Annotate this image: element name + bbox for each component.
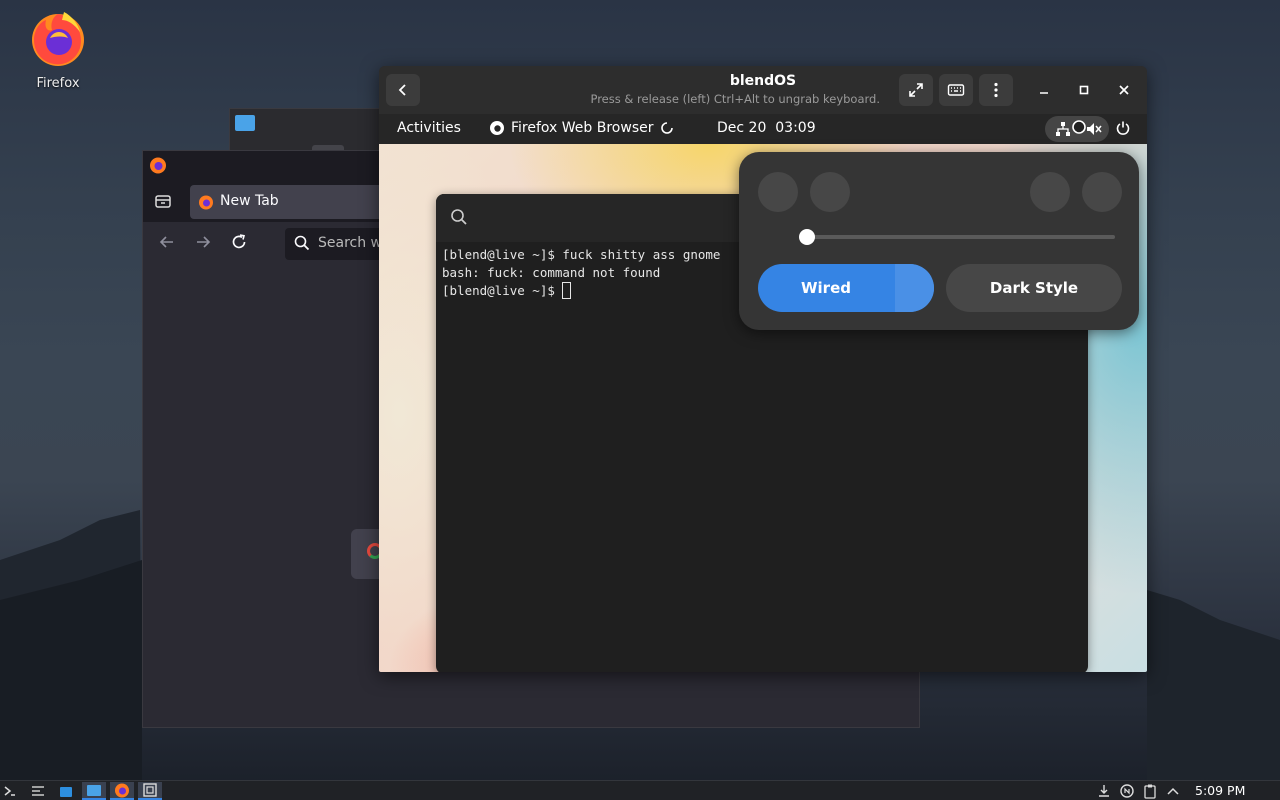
maximize-icon [1079,85,1089,95]
chevron-up-icon[interactable] [1165,783,1181,799]
taskbar-clock[interactable]: 5:09 PM [1195,783,1245,798]
volume-muted-icon [1087,123,1102,135]
kebab-menu-icon [994,82,998,98]
quick-settings-round-button[interactable] [810,172,850,212]
keyboard-icon [947,84,965,96]
minimize-icon [1040,92,1048,94]
quick-settings-round-button[interactable] [1030,172,1070,212]
close-button[interactable] [1114,80,1134,100]
wired-toggle[interactable]: Wired [758,264,934,312]
wired-toggle-label: Wired [801,279,851,297]
taskbar: 5:09 PM [0,780,1280,800]
search-icon [294,235,310,251]
firefox-logo-icon [32,12,84,66]
url-placeholder: Search w [318,235,382,251]
wired-menu-arrow-button[interactable] [895,264,934,312]
vm-subtitle: Press & release (left) Ctrl+Alt to ungra… [590,92,880,106]
menu-button[interactable] [979,74,1013,106]
taskbar-item-files[interactable] [82,782,106,800]
power-icon[interactable] [1115,120,1131,136]
taskbar-item-firefox[interactable] [110,782,134,800]
firefox-icon [150,157,166,174]
vm-display[interactable]: Activities Firefox Web Browser Dec 20 03… [379,114,1147,672]
loading-spinner-icon [660,122,673,134]
folder-icon [87,785,101,796]
system-tray[interactable] [1045,116,1109,142]
firefox-icon [115,783,129,798]
desktop-icon-firefox[interactable]: Firefox [22,8,94,98]
expand-icon [909,83,923,97]
gnome-top-bar: Activities Firefox Web Browser Dec 20 03… [379,114,1147,144]
app-name: Firefox Web Browser [511,120,654,136]
fullscreen-button[interactable] [899,74,933,106]
tab-list-icon[interactable] [153,191,173,211]
app-menu[interactable]: Firefox Web Browser [489,120,674,136]
volume-slider-knob[interactable] [799,229,815,245]
updates-icon[interactable] [1096,783,1112,799]
maximize-button[interactable] [1074,80,1094,100]
dark-style-toggle[interactable]: Dark Style [946,264,1122,312]
firefox-tab-icon [199,195,213,210]
vm-title: blendOS [729,73,797,89]
quick-settings-round-button[interactable] [758,172,798,212]
volume-slider-track[interactable] [807,235,1115,239]
wired-network-icon [1056,122,1070,136]
desktop-icon-label: Firefox [36,76,80,91]
keyboard-button[interactable] [939,74,973,106]
activities-button[interactable]: Activities [397,120,461,136]
app-launcher-icon[interactable] [2,783,18,799]
terminal-cursor [562,282,572,299]
forward-arrow-icon[interactable] [193,232,213,252]
close-icon [1119,85,1129,95]
files-window[interactable] [229,108,389,157]
back-arrow-icon[interactable] [157,232,177,252]
boxes-icon [143,783,157,797]
tab-title: New Tab [220,193,279,209]
vm-headerbar: blendOS Press & release (left) Ctrl+Alt … [379,66,1147,114]
quick-settings-menu: Wired Dark Style [739,152,1139,330]
vm-window[interactable]: blendOS Press & release (left) Ctrl+Alt … [379,66,1147,672]
quick-settings-round-button[interactable] [1082,172,1122,212]
reload-icon[interactable] [229,232,249,252]
gnome-clock[interactable]: Dec 20 03:09 [717,120,816,136]
taskbar-item-vm[interactable] [138,782,162,800]
folder-icon [235,115,255,131]
minimize-button[interactable] [1034,80,1054,100]
terminal-line: [blend@live ~]$ [442,283,563,298]
firefox-app-icon [490,121,504,135]
clipboard-icon[interactable] [1142,783,1158,799]
network-icon[interactable] [1119,783,1135,799]
tab-new-tab[interactable]: New Tab [190,185,390,219]
pager-icon[interactable] [30,783,46,799]
discover-icon[interactable] [58,783,74,799]
